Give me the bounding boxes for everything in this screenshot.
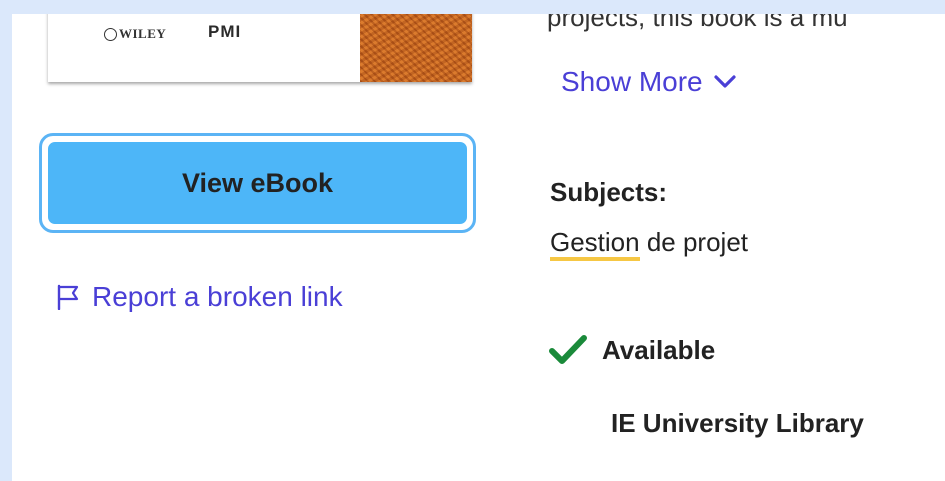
book-cover-image[interactable]: WILEY PMI xyxy=(48,14,472,82)
availability-label: Available xyxy=(602,334,716,365)
description-text: projects, this book is a mu xyxy=(547,14,848,32)
view-ebook-button-label: View eBook xyxy=(46,140,469,226)
wiley-logo: WILEY xyxy=(104,26,166,42)
record-panel: WILEY PMI View eBook Report a broken lin… xyxy=(12,14,945,481)
show-more-label: Show More xyxy=(561,66,703,97)
check-icon xyxy=(549,335,587,364)
report-broken-link-label: Report a broken link xyxy=(92,281,343,312)
view-ebook-button[interactable]: View eBook xyxy=(39,133,476,233)
subject-link-gestion[interactable]: Gestion xyxy=(550,227,640,261)
subject-remainder: de projet xyxy=(639,227,749,257)
chevron-down-icon xyxy=(714,75,736,88)
library-location: IE University Library xyxy=(611,408,864,438)
cover-artwork xyxy=(360,14,472,82)
subjects-heading: Subjects: xyxy=(550,177,668,207)
availability-status: Available xyxy=(548,334,715,366)
subject-item: Gestion de projet xyxy=(550,227,749,261)
show-more-button[interactable]: Show More xyxy=(561,66,737,98)
report-broken-link[interactable]: Report a broken link xyxy=(56,281,343,313)
wiley-seal-icon xyxy=(104,27,117,41)
wiley-logo-text: WILEY xyxy=(119,26,167,41)
pmi-logo: PMI xyxy=(208,22,242,41)
flag-icon xyxy=(57,284,79,310)
